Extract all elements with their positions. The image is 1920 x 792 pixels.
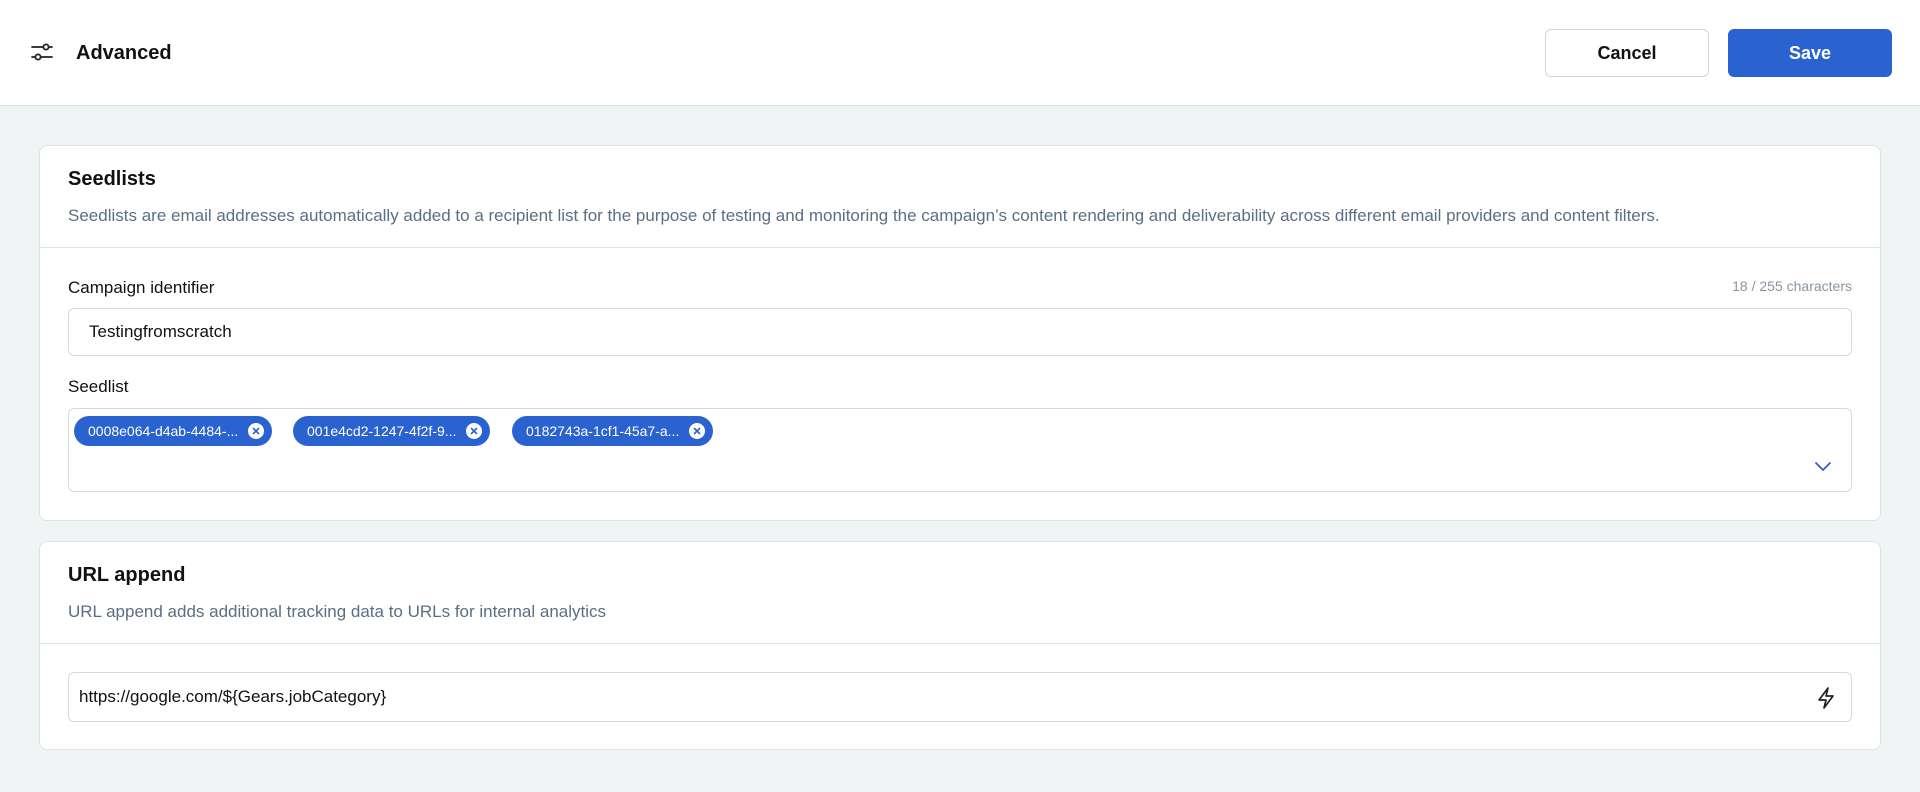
character-count: 18 / 255 characters: [1732, 278, 1852, 294]
seedlist-multiselect[interactable]: 0008e064-d4ab-4484-... 001e4cd2-1247-4f2…: [68, 408, 1852, 492]
sliders-icon: [31, 43, 53, 61]
chevron-down-icon[interactable]: [1813, 459, 1833, 473]
seedlist-chip: 0182743a-1cf1-45a7-a...: [512, 416, 714, 446]
url-append-card: URL append URL append adds additional tr…: [39, 541, 1881, 750]
campaign-identifier-label: Campaign identifier: [68, 278, 215, 297]
chip-label: 0182743a-1cf1-45a7-a...: [526, 423, 680, 439]
seedlist-label: Seedlist: [68, 377, 129, 396]
seedlists-card: Seedlists Seedlists are email addresses …: [39, 145, 1881, 521]
top-bar: Advanced Cancel Save: [0, 0, 1920, 106]
seedlists-header: Seedlists Seedlists are email addresses …: [40, 146, 1880, 248]
save-button[interactable]: Save: [1728, 29, 1892, 77]
campaign-identifier-value: Testingfromscratch: [89, 322, 232, 341]
url-append-value: https://google.com/${Gears.jobCategory}: [79, 687, 387, 706]
url-append-input[interactable]: https://google.com/${Gears.jobCategory}: [68, 672, 1852, 722]
page-title: Advanced: [76, 42, 172, 64]
remove-chip-icon[interactable]: [689, 423, 706, 439]
seedlist-chip: 001e4cd2-1247-4f2f-9...: [293, 416, 491, 446]
lightning-icon[interactable]: [1815, 686, 1837, 710]
remove-chip-icon[interactable]: [466, 423, 483, 439]
cancel-button[interactable]: Cancel: [1545, 29, 1709, 77]
remove-chip-icon[interactable]: [248, 423, 265, 439]
campaign-identifier-input[interactable]: Testingfromscratch: [68, 308, 1852, 356]
url-append-title: URL append: [68, 564, 186, 586]
chip-label: 001e4cd2-1247-4f2f-9...: [307, 423, 457, 439]
seedlist-chip: 0008e064-d4ab-4484-...: [74, 416, 273, 446]
seedlists-description: Seedlists are email addresses automatica…: [68, 206, 1660, 225]
url-append-header: URL append URL append adds additional tr…: [40, 542, 1880, 644]
chip-label: 0008e064-d4ab-4484-...: [88, 423, 239, 439]
url-append-description: URL append adds additional tracking data…: [68, 602, 607, 621]
seedlists-title: Seedlists: [68, 168, 156, 190]
